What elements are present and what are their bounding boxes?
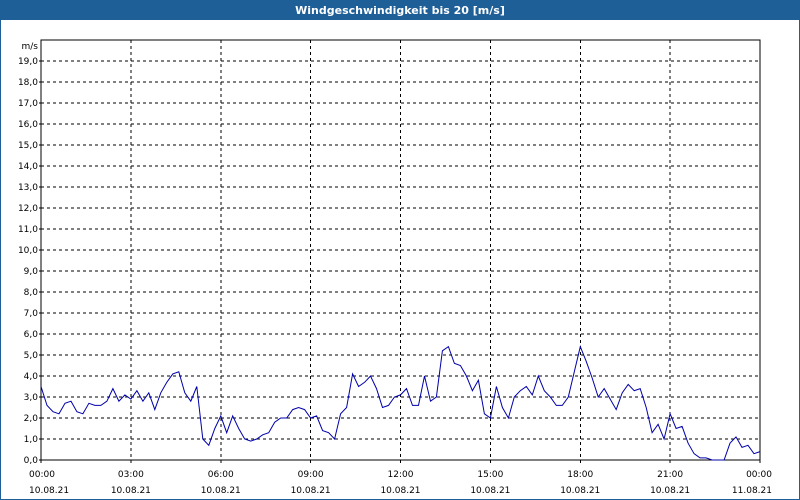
y-axis-unit: m/s bbox=[22, 42, 39, 52]
x-tick-time: 06:00 bbox=[208, 470, 234, 480]
x-tick-date: 10.08.21 bbox=[29, 486, 69, 496]
x-tick-time: 09:00 bbox=[298, 470, 324, 480]
y-tick-label: 12,0 bbox=[18, 204, 38, 214]
y-tick-label: 3,0 bbox=[24, 393, 39, 403]
y-tick-label: 17,0 bbox=[18, 99, 38, 109]
y-tick-label: 5,0 bbox=[24, 351, 39, 361]
y-tick-label: 1,0 bbox=[24, 435, 39, 445]
y-tick-label: 7,0 bbox=[24, 309, 39, 319]
x-tick-time: 03:00 bbox=[118, 470, 144, 480]
y-tick-label: 2,0 bbox=[24, 414, 39, 424]
y-tick-label: 9,0 bbox=[24, 267, 39, 277]
x-tick-time: 00:00 bbox=[746, 470, 772, 480]
x-tick-date: 11.08.21 bbox=[732, 486, 772, 496]
y-tick-label: 8,0 bbox=[24, 288, 39, 298]
x-tick-time: 21:00 bbox=[657, 470, 683, 480]
x-tick-date: 10.08.21 bbox=[111, 486, 151, 496]
x-tick-time: 00:00 bbox=[29, 470, 55, 480]
y-tick-label: 13,0 bbox=[18, 183, 38, 193]
x-tick-time: 18:00 bbox=[567, 470, 593, 480]
x-tick-date: 10.08.21 bbox=[650, 486, 690, 496]
y-tick-label: 0,0 bbox=[24, 456, 39, 466]
y-tick-label: 4,0 bbox=[24, 372, 39, 382]
x-tick-date: 10.08.21 bbox=[560, 486, 600, 496]
wind-speed-chart: 0,0 1,0 2,0 3,0 4,0 5,0 6,0 7,0 8,0 9,0 10,0 11,0 12… bbox=[18, 39, 772, 496]
x-tick-time: 12:00 bbox=[388, 470, 414, 480]
chart-window: Windgeschwindigkeit bis 20 [m/s] 0,0 1,0 2… bbox=[0, 0, 800, 500]
y-tick-label: 11,0 bbox=[18, 225, 38, 235]
y-tick-label: 16,0 bbox=[18, 120, 38, 130]
x-tick-time: 15:00 bbox=[477, 470, 503, 480]
x-tick-date: 10.08.21 bbox=[470, 486, 510, 496]
x-tick-date: 10.08.21 bbox=[201, 486, 241, 496]
x-tick-date: 10.08.21 bbox=[291, 486, 331, 496]
y-tick-label: 18,0 bbox=[18, 78, 38, 88]
y-tick-label: 6,0 bbox=[24, 330, 39, 340]
y-tick-label: 14,0 bbox=[18, 162, 38, 172]
y-tick-label: 15,0 bbox=[18, 141, 38, 151]
y-tick-label: 10,0 bbox=[18, 246, 38, 256]
x-tick-date: 10.08.21 bbox=[380, 486, 420, 496]
y-tick-label: 19,0 bbox=[18, 57, 38, 67]
